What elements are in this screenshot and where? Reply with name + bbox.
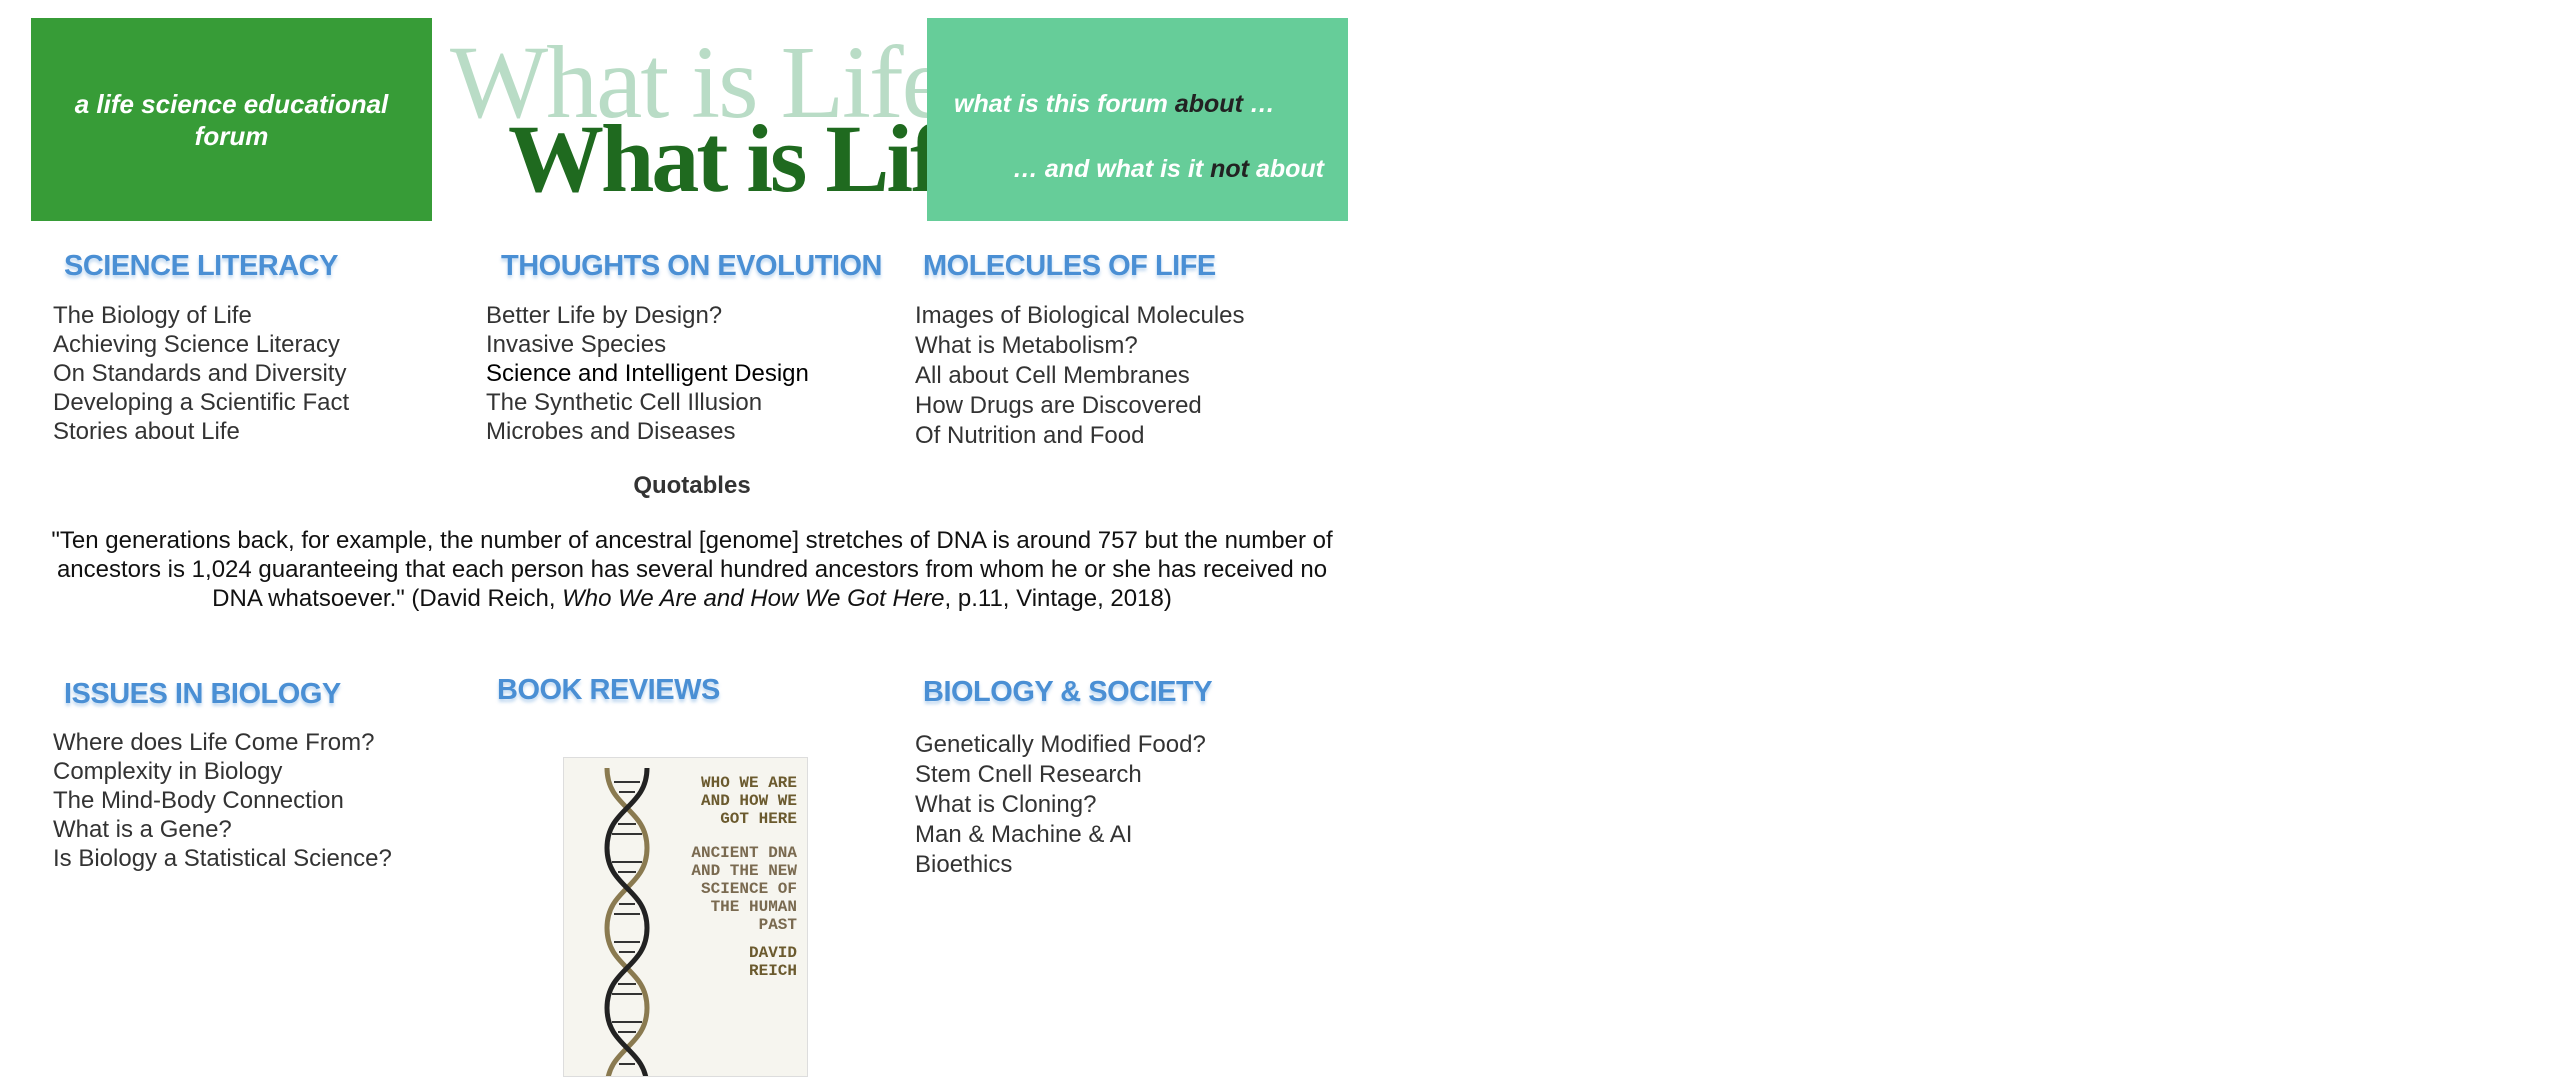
molecules-list: Images of Biological Molecules What is M… xyxy=(915,301,1245,451)
cover-title: WHO WE ARE AND HOW WE GOT HERE xyxy=(700,774,797,828)
not-about-highlight: not xyxy=(1210,155,1249,183)
cover-author: DAVID REICH xyxy=(748,944,797,980)
heading-thoughts-on-evolution[interactable]: THOUGHTS ON EVOLUTION xyxy=(501,250,883,283)
about-link[interactable]: what is this forum about … xyxy=(954,90,1275,119)
list-item[interactable]: The Synthetic Cell Illusion xyxy=(486,388,809,417)
list-item[interactable]: What is Metabolism? xyxy=(915,331,1245,361)
cover-subtitle: ANCIENT DNA AND THE NEW SCIENCE OF THE H… xyxy=(691,844,797,934)
list-item[interactable]: Complexity in Biology xyxy=(53,757,392,786)
evolution-list: Better Life by Design? Invasive Species … xyxy=(486,301,809,446)
list-item[interactable]: What is a Gene? xyxy=(53,815,392,844)
heading-issues-in-biology[interactable]: ISSUES IN BIOLOGY xyxy=(64,678,341,711)
list-item[interactable]: Developing a Scientific Fact xyxy=(53,388,349,417)
dna-helix-icon xyxy=(604,768,650,1076)
list-item[interactable]: Invasive Species xyxy=(486,330,809,359)
quote-text: "Ten generations back, for example, the … xyxy=(40,526,1344,613)
not-about-prefix: … and what is it xyxy=(1012,155,1211,183)
heading-molecules-of-life[interactable]: MOLECULES OF LIFE xyxy=(923,250,1216,283)
about-highlight: about xyxy=(1174,90,1243,118)
issues-list: Where does Life Come From? Complexity in… xyxy=(53,728,392,873)
list-item[interactable]: Microbes and Diseases xyxy=(486,417,809,446)
list-item[interactable]: Man & Machine & AI xyxy=(915,820,1206,850)
list-item[interactable]: Better Life by Design? xyxy=(486,301,809,330)
tagline-tile: a life science educational forum xyxy=(31,18,432,221)
list-item[interactable]: Science and Intelligent Design xyxy=(486,359,809,388)
about-suffix: … xyxy=(1242,90,1275,118)
logo-main-text: What is Life xyxy=(508,105,982,212)
list-item[interactable]: Bioethics xyxy=(915,850,1206,880)
about-tile[interactable]: what is this forum about … … and what is… xyxy=(927,18,1348,221)
list-item[interactable]: Genetically Modified Food? xyxy=(915,730,1206,760)
list-item[interactable]: How Drugs are Discovered xyxy=(915,391,1245,421)
quote-citation: , p.11, Vintage, 2018) xyxy=(944,585,1172,612)
list-item[interactable]: What is Cloning? xyxy=(915,790,1206,820)
quote-book-title: Who We Are and How We Got Here xyxy=(562,585,945,612)
tagline-text: a life science educational forum xyxy=(74,88,389,151)
list-item[interactable]: The Mind-Body Connection xyxy=(53,786,392,815)
quotables-title: Quotables xyxy=(633,472,751,499)
list-item[interactable]: Is Biology a Statistical Science? xyxy=(53,844,392,873)
list-item[interactable]: On Standards and Diversity xyxy=(53,359,349,388)
heading-book-reviews[interactable]: BOOK REVIEWS xyxy=(497,674,720,707)
site-logo[interactable]: What is Life What is Life xyxy=(440,18,982,221)
list-item[interactable]: The Biology of Life xyxy=(53,301,349,330)
science-literacy-list: The Biology of Life Achieving Science Li… xyxy=(53,301,349,446)
book-cover[interactable]: WHO WE ARE AND HOW WE GOT HERE ANCIENT D… xyxy=(563,757,808,1077)
about-prefix: what is this forum xyxy=(954,90,1175,118)
list-item[interactable]: All about Cell Membranes xyxy=(915,361,1245,391)
list-item[interactable]: Images of Biological Molecules xyxy=(915,301,1245,331)
heading-biology-and-society[interactable]: BIOLOGY & SOCIETY xyxy=(923,676,1213,709)
heading-science-literacy[interactable]: SCIENCE LITERACY xyxy=(64,250,338,283)
list-item[interactable]: Achieving Science Literacy xyxy=(53,330,349,359)
society-list: Genetically Modified Food? Stem Cnell Re… xyxy=(915,730,1206,880)
list-item[interactable]: Where does Life Come From? xyxy=(53,728,392,757)
list-item[interactable]: Stories about Life xyxy=(53,417,349,446)
not-about-suffix: about xyxy=(1249,155,1324,183)
not-about-link[interactable]: … and what is it not about xyxy=(1013,155,1324,184)
list-item[interactable]: Of Nutrition and Food xyxy=(915,421,1245,451)
list-item[interactable]: Stem Cnell Research xyxy=(915,760,1206,790)
